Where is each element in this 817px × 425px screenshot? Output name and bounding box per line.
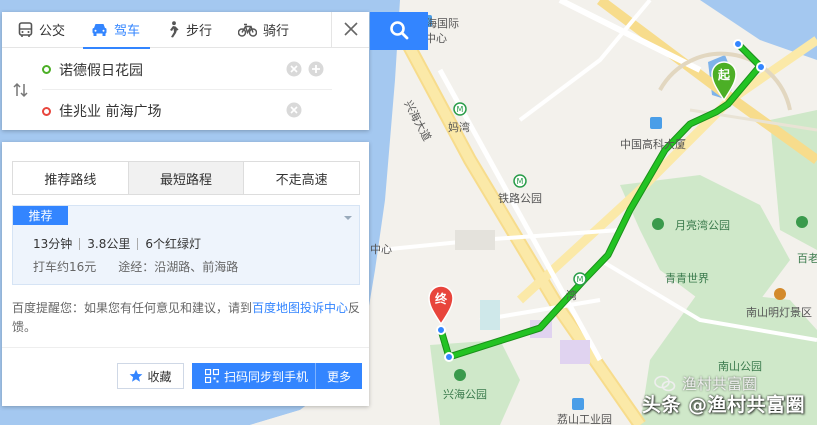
svg-text:M: M	[517, 177, 524, 186]
map-label: 月亮湾公园	[675, 218, 730, 232]
swap-direction-button[interactable]	[12, 82, 30, 101]
tab-recommended[interactable]: 推荐路线	[13, 162, 129, 194]
map-label: 南山公园	[718, 360, 762, 373]
search-button[interactable]	[370, 12, 428, 50]
map-label: 妈湾	[448, 120, 470, 134]
map-label: 中国高科大厦	[620, 137, 686, 151]
park-icon	[796, 216, 808, 228]
scan-sync-group: 扫码同步到手机 更多	[192, 363, 362, 389]
close-icon	[343, 21, 358, 39]
start-marker-label: 起	[717, 67, 731, 82]
scan-sync-button[interactable]: 扫码同步到手机	[192, 363, 316, 389]
tab-bus[interactable]: 公交	[2, 12, 75, 48]
tab-shortest[interactable]: 最短路程	[128, 162, 245, 194]
feedback-tip: 百度提醒您：如果您有任何意见和建议，请到百度地图投诉中心反馈。	[12, 301, 361, 334]
chevron-down-icon[interactable]	[343, 210, 353, 224]
map-label: 湾	[566, 288, 577, 302]
map-label: 荔山工业园	[557, 413, 612, 425]
feedback-center-link[interactable]: 百度地图投诉中心	[252, 301, 348, 315]
bike-icon	[238, 23, 258, 37]
tab-walk-label: 步行	[186, 24, 213, 39]
map-label: 海国际	[426, 16, 459, 30]
end-dot-icon	[42, 106, 51, 116]
search-icon	[389, 20, 409, 43]
clear-start-button[interactable]	[286, 61, 302, 80]
clear-icon	[286, 102, 302, 118]
bus-icon	[18, 21, 33, 38]
metro-icon: M	[573, 272, 587, 286]
route-duration: 13分钟	[33, 237, 73, 251]
route-via: 途经：沿湖路、前海路	[118, 260, 239, 274]
tab-bike-label: 骑行	[263, 24, 290, 39]
map-label: 中心	[425, 32, 447, 45]
swap-arrows-icon	[12, 82, 30, 101]
route-option-card[interactable]: 推荐 13分钟 3.8公里 6个红绿灯 打车约16元 途经：沿湖路、前海路	[12, 205, 360, 285]
qr-code-icon	[205, 369, 219, 383]
route-strategy-tabs: 推荐路线 最短路程 不走高速	[12, 161, 360, 195]
clear-end-button[interactable]	[286, 102, 302, 121]
car-icon	[91, 22, 108, 37]
add-waypoint-button[interactable]	[308, 61, 324, 80]
park-icon	[652, 218, 664, 230]
map-label: 中心	[370, 243, 392, 256]
star-icon	[129, 369, 143, 383]
start-dot-icon	[42, 65, 51, 74]
tab-no-highway[interactable]: 不走高速	[244, 162, 359, 194]
building-icon	[572, 398, 584, 410]
metro-icon: M	[513, 174, 527, 188]
route-search-panel: 公交 驾车 步行 骑行	[2, 12, 369, 130]
metro-icon: M	[453, 102, 467, 116]
tab-drive-label: 驾车	[114, 24, 141, 39]
route-traffic-lights: 6个红绿灯	[145, 237, 202, 251]
map-label: 兴海公园	[443, 387, 487, 401]
start-input[interactable]	[59, 61, 279, 78]
map-label: 青青世界	[665, 272, 709, 285]
tab-bike[interactable]: 骑行	[222, 12, 299, 48]
map-label: 铁路公园	[498, 192, 542, 205]
plus-icon	[308, 61, 324, 77]
svg-text:M: M	[457, 105, 464, 114]
end-marker-label: 终	[435, 291, 448, 306]
end-input[interactable]	[59, 103, 279, 119]
park-icon	[454, 369, 466, 381]
close-button[interactable]	[331, 12, 369, 48]
taxi-fare: 打车约16元	[33, 260, 97, 274]
walk-icon	[166, 21, 180, 38]
travel-mode-tabs: 公交 驾车 步行 骑行	[2, 12, 369, 49]
scenic-icon	[774, 288, 786, 300]
route-distance: 3.8公里	[87, 237, 131, 251]
favorite-label: 收藏	[147, 369, 172, 384]
map-label: 百老	[797, 252, 817, 265]
recommend-badge: 推荐	[13, 206, 68, 225]
svg-text:M: M	[577, 275, 584, 284]
tab-bus-label: 公交	[39, 24, 66, 39]
route-summary: 13分钟 3.8公里 6个红绿灯	[33, 235, 201, 252]
favorite-button[interactable]: 收藏	[117, 363, 184, 389]
building-icon	[650, 117, 662, 129]
route-result-panel: 推荐路线 最短路程 不走高速 推荐 13分钟 3.8公里 6个红绿灯 打车约16…	[2, 142, 369, 406]
clear-icon	[286, 61, 302, 77]
map-label: 南山明灯景区	[746, 306, 812, 319]
watermark-main: 头条 @渔村共富圈	[641, 394, 805, 416]
tab-walk[interactable]: 步行	[150, 12, 222, 48]
scan-sync-label: 扫码同步到手机	[224, 369, 309, 384]
route-details: 打车约16元 途经：沿湖路、前海路	[33, 258, 238, 275]
tab-drive[interactable]: 驾车	[75, 12, 151, 49]
more-button[interactable]: 更多	[316, 368, 362, 385]
